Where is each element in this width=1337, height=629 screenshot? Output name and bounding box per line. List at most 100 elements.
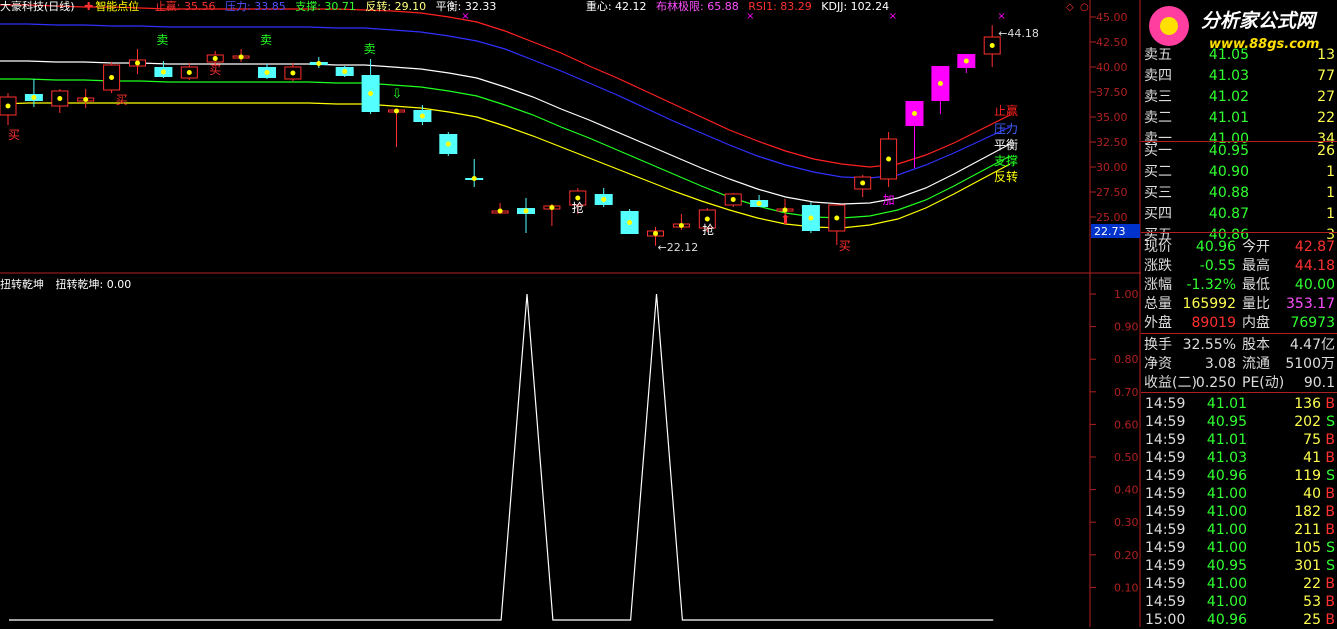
sub-axis-label: 0.30 bbox=[1114, 516, 1139, 529]
sub-axis-label: 0.80 bbox=[1114, 353, 1139, 366]
panel-row: 净资 3.08 流通 5100万 bbox=[1143, 355, 1337, 373]
tick-side: S bbox=[1326, 540, 1335, 556]
stop-profit-tag: 止赢 bbox=[994, 103, 1018, 118]
panel-row: 涨幅 -1.32% 最低 40.00 bbox=[1143, 276, 1337, 294]
panel-row: 14:59 41.00 105 S bbox=[1143, 539, 1337, 557]
order-price: 41.03 bbox=[1208, 68, 1249, 84]
quote-label: 内盘 bbox=[1242, 315, 1270, 331]
buy-signal-label: 买 bbox=[8, 128, 20, 142]
tick-time: 14:59 bbox=[1145, 558, 1186, 574]
tick-price: 40.96 bbox=[1206, 612, 1247, 628]
panel-row: 15:00 40.96 25 B bbox=[1143, 611, 1337, 629]
order-volume: 1 bbox=[1326, 164, 1335, 180]
stat-value: 32.55% bbox=[1182, 337, 1236, 353]
low-price-label: ←22.12 bbox=[658, 241, 699, 254]
candle-dot bbox=[368, 91, 374, 96]
stat-label: PE(动) bbox=[1242, 375, 1285, 391]
panel-separator bbox=[1141, 392, 1337, 393]
stat-value: 90.1 bbox=[1303, 375, 1335, 391]
order-volume: 77 bbox=[1317, 68, 1335, 84]
logo-title: 分析家公式网 bbox=[1201, 10, 1318, 32]
panel-row: 14:59 41.00 40 B bbox=[1143, 485, 1337, 503]
main-axis-label: 45.00 bbox=[1096, 11, 1128, 24]
tick-volume: 301 bbox=[1294, 558, 1321, 574]
current-price-label: 22.73 bbox=[1094, 225, 1126, 238]
panel-row: 卖二 41.01 22 bbox=[1143, 109, 1337, 127]
order-label: 卖五 bbox=[1144, 47, 1172, 63]
order-label: 买二 bbox=[1144, 164, 1172, 180]
quote-value: 42.87 bbox=[1294, 239, 1335, 255]
main-axis-label: 30.00 bbox=[1096, 161, 1128, 174]
stat-value: 0.250 bbox=[1195, 375, 1236, 391]
candle-dot bbox=[627, 220, 633, 225]
candle-dot bbox=[135, 60, 140, 66]
quote-label: 涨幅 bbox=[1144, 277, 1172, 293]
stop-profit-line bbox=[0, 4, 1011, 168]
tick-time: 14:59 bbox=[1145, 414, 1186, 430]
tick-time: 14:59 bbox=[1145, 540, 1186, 556]
tick-time: 14:59 bbox=[1145, 504, 1186, 520]
corner-diamond-icon: ◇ bbox=[1066, 2, 1074, 13]
tick-volume: 119 bbox=[1294, 468, 1321, 484]
tick-volume: 22 bbox=[1303, 576, 1321, 592]
order-label: 卖二 bbox=[1144, 110, 1172, 126]
candle-dot bbox=[989, 43, 995, 48]
down-arrow-icon: ⇩ bbox=[392, 87, 403, 102]
panel-row: 14:59 41.01 75 B bbox=[1143, 431, 1337, 449]
buy-signal-label: 买 bbox=[839, 239, 851, 253]
kline-chart[interactable]: 45.00 42.50 40.00 37.50 35.00 32.50 30.00 27.50… bbox=[0, 0, 1141, 627]
tick-volume: 53 bbox=[1303, 594, 1321, 610]
kdjj-value: KDJJ: 102.24 bbox=[821, 0, 890, 13]
panel-row: 14:59 40.95 301 S bbox=[1143, 557, 1337, 575]
tick-volume: 41 bbox=[1303, 450, 1321, 466]
panel-row: 14:59 41.00 22 B bbox=[1143, 575, 1337, 593]
tick-price: 40.95 bbox=[1206, 414, 1247, 430]
stock-name: 大豪科技(日线) bbox=[0, 0, 75, 13]
quote-label: 现价 bbox=[1144, 239, 1172, 255]
tick-time: 14:59 bbox=[1145, 450, 1186, 466]
panel-row: 收益(二) 0.250 PE(动) 90.1 bbox=[1143, 374, 1337, 392]
panel-row: 总量 165992 量比 353.17 bbox=[1143, 295, 1337, 313]
panel-separator bbox=[1141, 232, 1337, 233]
sub-axis-label: 0.70 bbox=[1114, 386, 1139, 399]
tick-price: 40.95 bbox=[1206, 558, 1247, 574]
tick-price: 41.00 bbox=[1206, 540, 1247, 556]
panel-row: 14:59 41.01 136 B bbox=[1143, 395, 1337, 413]
candle-dot bbox=[653, 231, 658, 236]
main-axis-label: 40.00 bbox=[1096, 61, 1128, 74]
candle-dot bbox=[5, 103, 11, 109]
tick-volume: 75 bbox=[1303, 432, 1321, 448]
stat-value: 3.08 bbox=[1204, 356, 1236, 372]
order-price: 41.01 bbox=[1208, 110, 1249, 126]
sub-axis-label: 1.00 bbox=[1114, 288, 1139, 301]
sub-axis-label: 0.10 bbox=[1114, 581, 1139, 594]
stat-value: 5100万 bbox=[1285, 356, 1335, 372]
tick-time: 14:59 bbox=[1145, 468, 1186, 484]
panel-row: 买二 40.90 1 bbox=[1143, 163, 1337, 181]
candle-dot bbox=[782, 207, 788, 213]
top-marker: × bbox=[997, 11, 1005, 22]
quote-label: 外盘 bbox=[1144, 315, 1172, 331]
candle-dot bbox=[497, 208, 503, 214]
tick-time: 15:00 bbox=[1145, 612, 1186, 628]
quote-label: 涨跌 bbox=[1144, 258, 1172, 274]
rsi-value: RSI1: 83.29 bbox=[748, 0, 812, 13]
main-axis-label: 37.50 bbox=[1096, 86, 1128, 99]
panel-row: 涨跌 -0.55 最高 44.18 bbox=[1143, 257, 1337, 275]
candle-dot bbox=[730, 197, 736, 202]
chart-header: 大豪科技(日线) ✚ 智能点位 止赢: 35.56 压力: 33.85 支撑: 3… bbox=[0, 0, 895, 13]
tick-price: 41.00 bbox=[1206, 486, 1247, 502]
quote-value: -1.32% bbox=[1186, 277, 1236, 293]
tick-time: 14:59 bbox=[1145, 576, 1186, 592]
order-volume: 22 bbox=[1317, 110, 1335, 126]
candle-dot bbox=[834, 215, 840, 221]
candle-dot bbox=[316, 61, 322, 66]
tick-volume: 202 bbox=[1294, 414, 1321, 430]
candle-dot bbox=[523, 208, 529, 214]
sub-title: 扭转乾坤 bbox=[0, 278, 44, 291]
sub-axis-label: 0.60 bbox=[1114, 418, 1139, 431]
quote-panel: 分析家公式网 www.88gs.com 卖五 41.05 13 卖四 41.03 77 卖三… bbox=[1141, 0, 1337, 629]
tick-price: 41.01 bbox=[1206, 432, 1247, 448]
candle-dot bbox=[912, 111, 917, 116]
tick-price: 41.01 bbox=[1206, 396, 1247, 412]
